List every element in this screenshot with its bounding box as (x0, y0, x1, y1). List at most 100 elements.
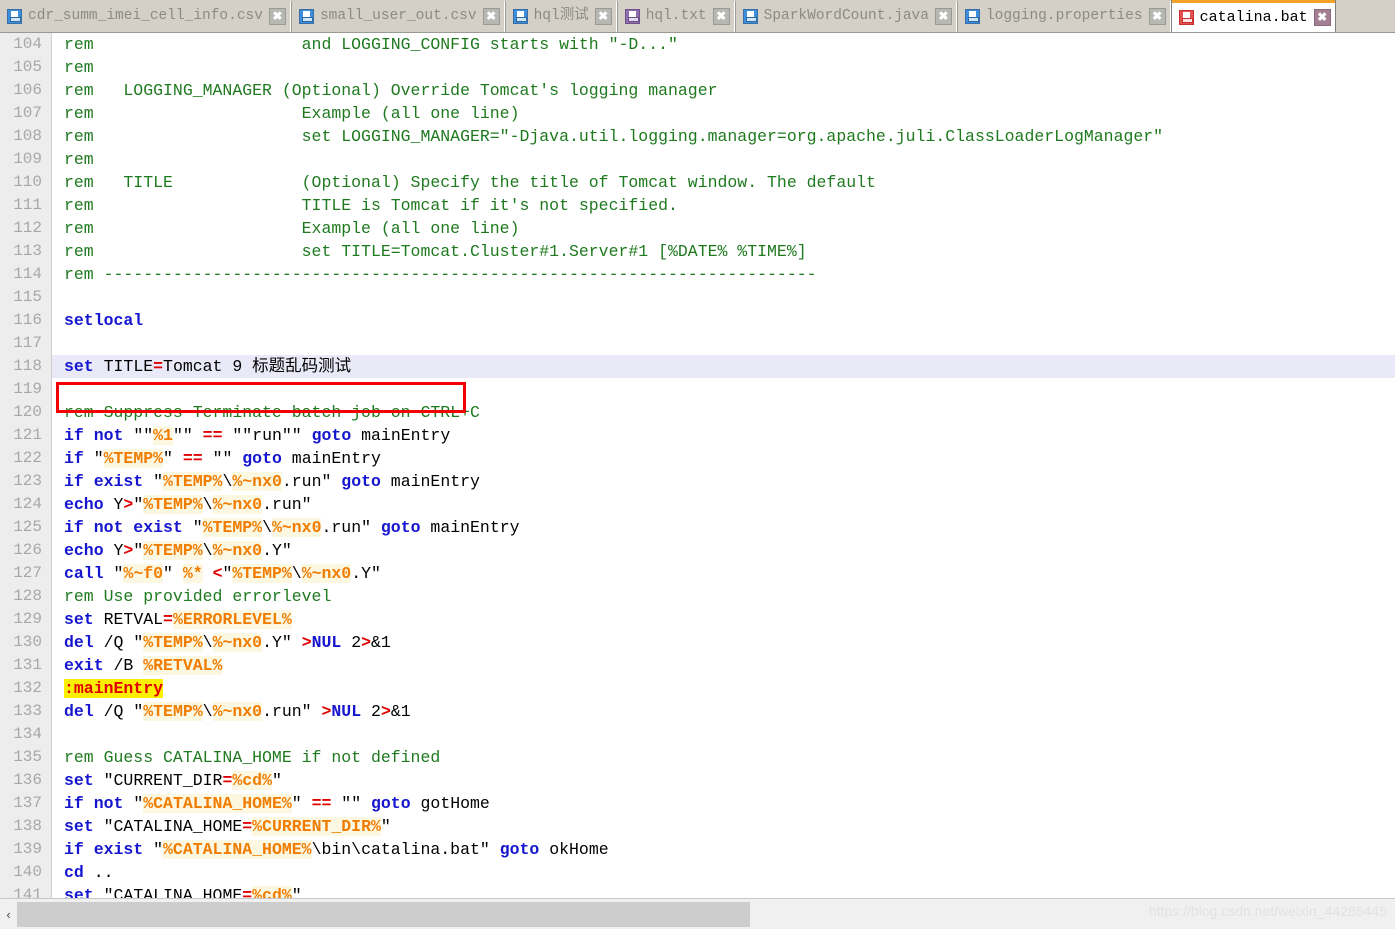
code-line[interactable]: 114 rem ---------------------------------… (0, 263, 1395, 286)
editor-tab-hql-txt[interactable]: hql.txt ✖ (616, 1, 735, 32)
code-line-content[interactable]: rem (52, 56, 1395, 79)
code-line[interactable]: 119 (0, 378, 1395, 401)
scrollbar-thumb[interactable] (17, 901, 750, 927)
code-line[interactable]: 124 echo Y>"%TEMP%\%~nx0.run" (0, 493, 1395, 516)
code-line[interactable]: 125 if not exist "%TEMP%\%~nx0.run" goto … (0, 516, 1395, 539)
code-line[interactable]: 133 del /Q "%TEMP%\%~nx0.run" >NUL 2>&1 (0, 700, 1395, 723)
code-line-content[interactable]: set "CURRENT_DIR=%cd%" (52, 769, 1395, 792)
code-line-content[interactable]: set "CATALINA_HOME=%CURRENT_DIR%" (52, 815, 1395, 838)
code-line-content[interactable]: rem Guess CATALINA_HOME if not defined (52, 746, 1395, 769)
code-line[interactable]: 112 rem Example (all one line) (0, 217, 1395, 240)
code-line-content[interactable]: call "%~f0" %* <"%TEMP%\%~nx0.Y" (52, 562, 1395, 585)
editor-tab-catalina-bat[interactable]: catalina.bat ✖ (1170, 0, 1336, 32)
code-line[interactable]: 104 rem and LOGGING_CONFIG starts with "-… (0, 33, 1395, 56)
horizontal-scrollbar[interactable]: ‹ https://blog.csdn.net/weixin_44285445 (0, 898, 1395, 929)
code-line[interactable]: 108 rem set LOGGING_MANAGER="-Djava.util.… (0, 125, 1395, 148)
tab-label: SparkWordCount.java (763, 8, 929, 25)
code-line[interactable]: 117 (0, 332, 1395, 355)
code-line-content[interactable] (52, 332, 1395, 355)
code-line[interactable]: 140 cd .. (0, 861, 1395, 884)
code-line[interactable]: 136 set "CURRENT_DIR=%cd%" (0, 769, 1395, 792)
code-line[interactable]: 105 rem (0, 56, 1395, 79)
code-line-content[interactable]: rem TITLE (Optional) Specify the title o… (52, 171, 1395, 194)
code-lines-container[interactable]: 104 rem and LOGGING_CONFIG starts with "-… (0, 33, 1395, 898)
code-line[interactable]: 118 set TITLE=Tomcat 9 标题乱码测试 (0, 355, 1395, 378)
code-line-content[interactable]: rem (52, 148, 1395, 171)
code-line[interactable]: 107 rem Example (all one line) (0, 102, 1395, 125)
token-op: == (311, 794, 332, 813)
code-line-content[interactable]: if "%TEMP%" == "" goto mainEntry (52, 447, 1395, 470)
tab-close-icon[interactable]: ✖ (712, 8, 730, 25)
code-line-content[interactable]: rem Example (all one line) (52, 217, 1395, 240)
code-line-content[interactable]: rem TITLE is Tomcat if it's not specifie… (52, 194, 1395, 217)
code-line-content[interactable]: rem set LOGGING_MANAGER="-Djava.util.log… (52, 125, 1395, 148)
code-line-content[interactable]: rem Example (all one line) (52, 102, 1395, 125)
code-line[interactable]: 127 call "%~f0" %* <"%TEMP%\%~nx0.Y" (0, 562, 1395, 585)
code-line[interactable]: 122 if "%TEMP%" == "" goto mainEntry (0, 447, 1395, 470)
code-line[interactable]: 132:mainEntry (0, 677, 1395, 700)
code-line[interactable]: 131 exit /B %RETVAL% (0, 654, 1395, 677)
code-line[interactable]: 109 rem (0, 148, 1395, 171)
code-line-content[interactable]: rem LOGGING_MANAGER (Optional) Override … (52, 79, 1395, 102)
code-line-content[interactable]: if not ""%1"" == ""run"" goto mainEntry (52, 424, 1395, 447)
code-line-content[interactable]: set "CATALINA HOME=%cd%" (52, 884, 1395, 898)
code-line-content[interactable]: rem ------------------------------------… (52, 263, 1395, 286)
code-line-content[interactable]: if not exist "%TEMP%\%~nx0.run" goto mai… (52, 516, 1395, 539)
code-line-content[interactable]: set TITLE=Tomcat 9 标题乱码测试 (52, 355, 1395, 378)
code-line-content[interactable]: setlocal (52, 309, 1395, 332)
code-line-content[interactable] (52, 378, 1395, 401)
code-line-content[interactable]: exit /B %RETVAL% (52, 654, 1395, 677)
code-line-content[interactable]: del /Q "%TEMP%\%~nx0.run" >NUL 2>&1 (52, 700, 1395, 723)
code-line[interactable]: 121 if not ""%1"" == ""run"" goto mainEnt… (0, 424, 1395, 447)
code-line-content[interactable]: if exist "%CATALINA_HOME%\bin\catalina.b… (52, 838, 1395, 861)
token-txt: " (83, 449, 104, 468)
editor-tab-small-user-out-csv[interactable]: small_user_out.csv ✖ (290, 1, 505, 32)
code-editor-area[interactable]: 104 rem and LOGGING_CONFIG starts with "-… (0, 33, 1395, 898)
code-line-content[interactable]: rem Suppress Terminate batch job on CTRL… (52, 401, 1395, 424)
tab-close-icon[interactable]: ✖ (1148, 8, 1166, 25)
code-line-content[interactable]: rem set TITLE=Tomcat.Cluster#1.Server#1 … (52, 240, 1395, 263)
code-line-content[interactable]: if exist "%TEMP%\%~nx0.run" goto mainEnt… (52, 470, 1395, 493)
tab-close-icon[interactable]: ✖ (482, 8, 500, 25)
tab-close-icon[interactable]: ✖ (934, 8, 952, 25)
code-line[interactable]: 130 del /Q "%TEMP%\%~nx0.Y" >NUL 2>&1 (0, 631, 1395, 654)
code-line[interactable]: 134 (0, 723, 1395, 746)
code-line[interactable]: 138 set "CATALINA_HOME=%CURRENT_DIR%" (0, 815, 1395, 838)
code-line[interactable]: 128 rem Use provided errorlevel (0, 585, 1395, 608)
code-line[interactable]: 135 rem Guess CATALINA_HOME if not define… (0, 746, 1395, 769)
tab-close-icon[interactable]: ✖ (1313, 9, 1331, 26)
code-line-content[interactable] (52, 286, 1395, 309)
code-line[interactable]: 120 rem Suppress Terminate batch job on C… (0, 401, 1395, 424)
code-line-content[interactable]: cd .. (52, 861, 1395, 884)
code-line[interactable]: 139 if exist "%CATALINA_HOME%\bin\catalin… (0, 838, 1395, 861)
code-line[interactable]: 106 rem LOGGING_MANAGER (Optional) Overri… (0, 79, 1395, 102)
code-line-content[interactable]: echo Y>"%TEMP%\%~nx0.run" (52, 493, 1395, 516)
code-line-content[interactable]: :mainEntry (52, 677, 1395, 700)
code-line-content[interactable]: del /Q "%TEMP%\%~nx0.Y" >NUL 2>&1 (52, 631, 1395, 654)
code-line[interactable]: 137 if not "%CATALINA_HOME%" == "" goto g… (0, 792, 1395, 815)
code-line[interactable]: 129 set RETVAL=%ERRORLEVEL% (0, 608, 1395, 631)
code-line-content[interactable] (52, 723, 1395, 746)
code-line-content[interactable]: if not "%CATALINA_HOME%" == "" goto gotH… (52, 792, 1395, 815)
token-var: %TEMP% (143, 702, 203, 721)
editor-tab-cdr-summ-imei-cell-info-csv[interactable]: cdr_summ_imei_cell_info.csv ✖ (0, 1, 291, 32)
code-line[interactable]: 111 rem TITLE is Tomcat if it's not speci… (0, 194, 1395, 217)
code-line[interactable]: 116 setlocal (0, 309, 1395, 332)
code-line[interactable]: 123 if exist "%TEMP%\%~nx0.run" goto main… (0, 470, 1395, 493)
code-line-content[interactable]: echo Y>"%TEMP%\%~nx0.Y" (52, 539, 1395, 562)
code-line[interactable]: 126 echo Y>"%TEMP%\%~nx0.Y" (0, 539, 1395, 562)
code-line[interactable]: 110 rem TITLE (Optional) Specify the titl… (0, 171, 1395, 194)
editor-tab-sparkwordcount-java[interactable]: SparkWordCount.java ✖ (734, 1, 957, 32)
code-line[interactable]: 141 set "CATALINA HOME=%cd%" (0, 884, 1395, 898)
tab-close-icon[interactable]: ✖ (594, 8, 612, 25)
code-line[interactable]: 115 (0, 286, 1395, 309)
code-line[interactable]: 113 rem set TITLE=Tomcat.Cluster#1.Server… (0, 240, 1395, 263)
tab-close-icon[interactable]: ✖ (268, 8, 286, 25)
code-line-content[interactable]: set RETVAL=%ERRORLEVEL% (52, 608, 1395, 631)
code-line-content[interactable]: rem Use provided errorlevel (52, 585, 1395, 608)
editor-tab-hql[interactable]: hql测试 ✖ (504, 1, 617, 32)
token-com: rem (64, 150, 94, 169)
code-line-content[interactable]: rem and LOGGING_CONFIG starts with "-D..… (52, 33, 1395, 56)
scroll-left-arrow-icon[interactable]: ‹ (0, 899, 17, 929)
editor-tab-logging-properties[interactable]: logging.properties ✖ (956, 1, 1171, 32)
